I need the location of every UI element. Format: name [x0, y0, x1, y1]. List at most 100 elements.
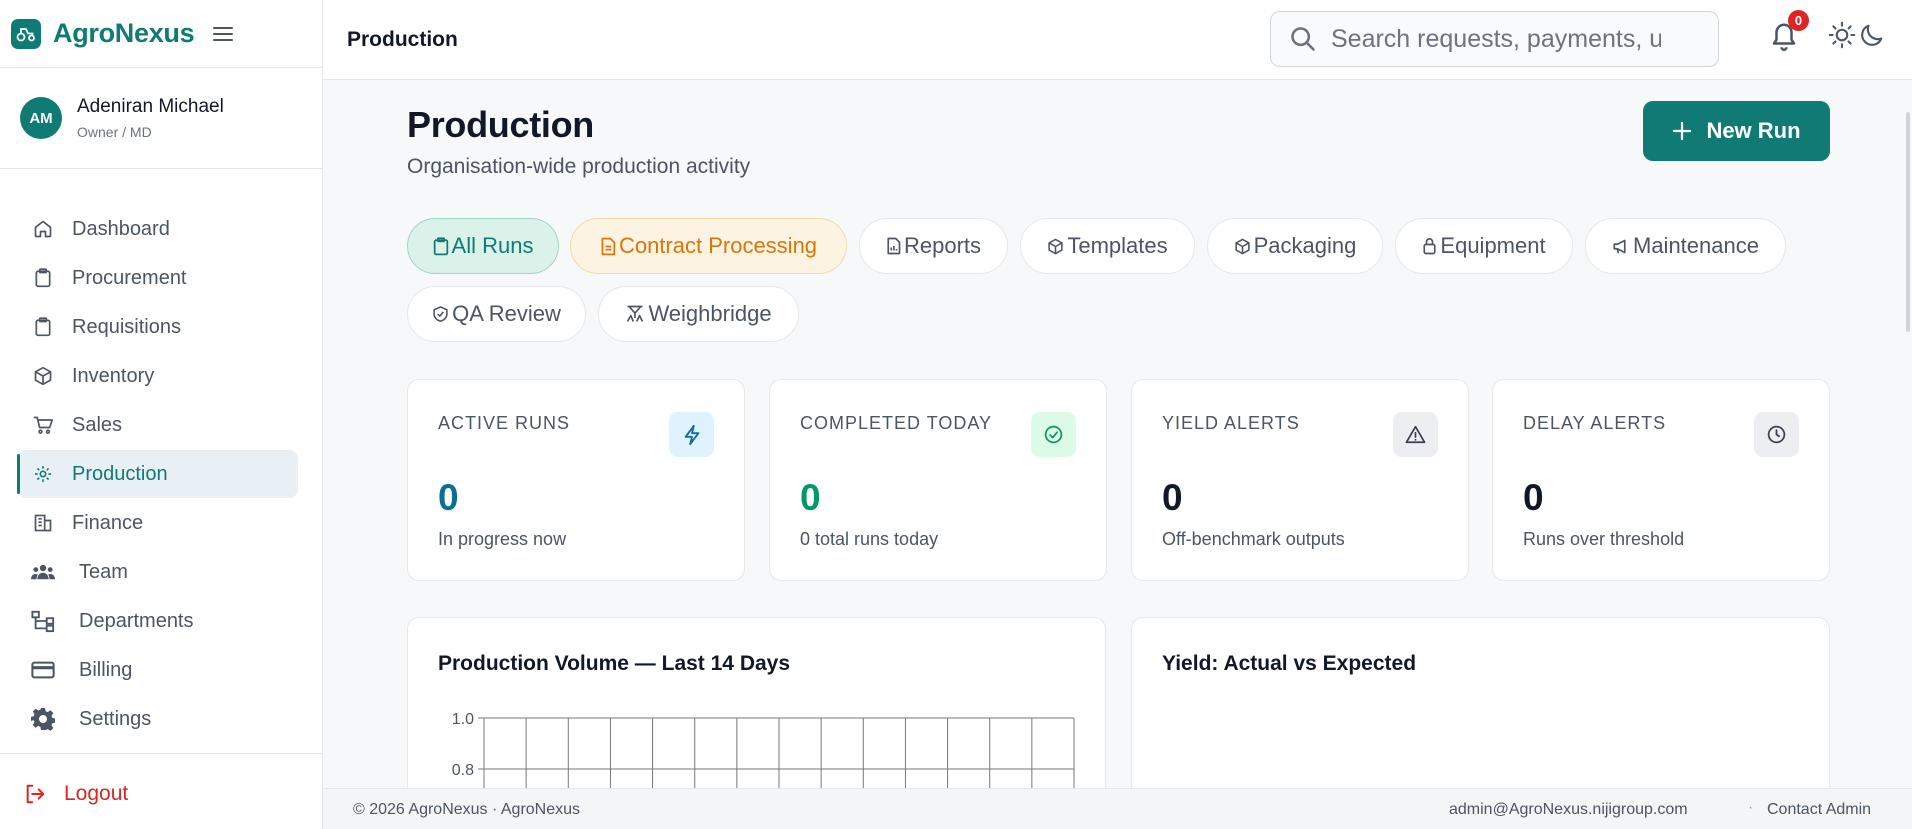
production-volume-chart: 1.0 0.8: [452, 711, 1075, 796]
sidebar-item-label: Finance: [72, 511, 144, 534]
sidebar-item-sales[interactable]: Sales: [17, 401, 298, 449]
tab-label: Maintenance: [1633, 233, 1759, 258]
tab-contract-processing[interactable]: Contract Processing: [570, 218, 847, 274]
lock-icon: [1422, 237, 1437, 255]
stat-card-yield-alerts: YIELD ALERTS 0 Off-benchmark outputs: [1131, 379, 1469, 581]
tab-label: Templates: [1067, 233, 1168, 258]
clipboard-icon: [31, 315, 55, 339]
report-icon: [886, 237, 901, 255]
tab-reports[interactable]: Reports: [859, 218, 1008, 274]
new-run-label: New Run: [1706, 118, 1801, 143]
sidebar-item-billing[interactable]: Billing: [17, 646, 298, 694]
stat-subtext: 0 total runs today: [800, 529, 939, 549]
check-circle-icon: [1031, 412, 1076, 457]
megaphone-icon: [1612, 238, 1630, 255]
footer: © 2026 AgroNexus · AgroNexus admin@AgroN…: [323, 788, 1912, 829]
sidebar-item-settings[interactable]: Settings: [17, 695, 298, 743]
chart-y-tick-label: 1.0: [452, 711, 474, 728]
stat-value: 0: [1162, 477, 1183, 518]
sidebar-item-label: Procurement: [72, 266, 187, 289]
page-scrollbar[interactable]: [1906, 112, 1910, 332]
tab-packaging[interactable]: Packaging: [1207, 218, 1383, 274]
box-icon: [1047, 238, 1064, 255]
chart-y-tick-label: 0.8: [452, 762, 474, 779]
box-icon: [1234, 238, 1251, 255]
tab-label: Contract Processing: [618, 233, 818, 258]
tab-label: QA Review: [452, 301, 561, 326]
clipboard-icon: [31, 266, 55, 290]
tab-weighbridge[interactable]: Weighbridge: [598, 286, 799, 342]
lightning-icon: [669, 412, 714, 457]
sun-icon: [1828, 21, 1856, 49]
new-run-button[interactable]: New Run: [1643, 101, 1830, 161]
sidebar-item-procurement[interactable]: Procurement: [17, 254, 298, 302]
stat-value: 0: [800, 477, 821, 518]
notification-count-badge: 0: [1788, 10, 1809, 31]
tab-qa-review[interactable]: QA Review: [407, 286, 586, 342]
panel-title: Yield: Actual vs Expected: [1162, 652, 1417, 675]
sidebar-item-label: Production: [72, 462, 168, 485]
stat-subtext: Off-benchmark outputs: [1162, 529, 1345, 549]
footer-copyright: © 2026 AgroNexus · AgroNexus: [353, 801, 581, 818]
page-subtitle: Organisation-wide production activity: [407, 155, 751, 178]
sidebar-item-label: Inventory: [72, 364, 155, 387]
logout-section: Logout: [0, 753, 322, 829]
plus-icon: [1672, 121, 1692, 141]
logout-label: Logout: [64, 782, 129, 805]
moon-icon: [1858, 21, 1886, 49]
sidebar-item-label: Requisitions: [72, 315, 181, 338]
clock-icon: [1754, 412, 1799, 457]
tab-all-runs[interactable]: All Runs: [407, 218, 559, 274]
stat-subtext: Runs over threshold: [1523, 529, 1685, 549]
stat-label: ACTIVE RUNS: [438, 413, 571, 433]
footer-email: admin@AgroNexus.nijigroup.com: [1449, 801, 1688, 818]
sidebar-item-dashboard[interactable]: Dashboard: [17, 205, 298, 253]
search-box[interactable]: [1270, 11, 1719, 67]
logout-icon: [24, 783, 46, 805]
home-icon: [31, 217, 55, 241]
tractor-logo-icon: [11, 18, 41, 49]
sidebar-item-departments[interactable]: Departments: [17, 597, 298, 645]
shield-check-icon: [432, 305, 449, 323]
sidebar-item-inventory[interactable]: Inventory: [17, 352, 298, 400]
search-input[interactable]: [1331, 24, 1661, 54]
tab-label: Weighbridge: [648, 301, 772, 326]
team-icon: [31, 560, 55, 584]
document-icon: [600, 237, 616, 256]
tab-templates[interactable]: Templates: [1020, 218, 1195, 274]
clipboard-icon: [433, 236, 449, 256]
tab-label: Equipment: [1440, 233, 1546, 258]
stat-subtext: In progress now: [438, 529, 567, 549]
stat-card-delay-alerts: DELAY ALERTS 0 Runs over threshold: [1492, 379, 1830, 581]
sidebar-item-production[interactable]: Production: [17, 450, 298, 498]
theme-toggle[interactable]: [1828, 21, 1886, 49]
menu-toggle-icon[interactable]: [206, 17, 240, 51]
production-volume-panel: Production Volume — Last 14 Days 1.0 0.8: [407, 617, 1106, 797]
stat-card-completed-today: COMPLETED TODAY 0 0 total runs today: [769, 379, 1107, 581]
sidebar-nav: Dashboard Procurement Requisitions Inven…: [17, 205, 298, 744]
credit-card-icon: [31, 658, 55, 682]
sidebar-item-team[interactable]: Team: [17, 548, 298, 596]
sidebar-item-label: Billing: [79, 658, 133, 681]
sidebar-item-label: Settings: [79, 707, 152, 730]
footer-separator: ·: [1748, 799, 1754, 816]
tab-maintenance[interactable]: Maintenance: [1585, 218, 1786, 274]
logout-button[interactable]: Logout: [24, 782, 128, 806]
search-icon: [1289, 25, 1317, 53]
page-title: Production: [407, 104, 594, 145]
stat-value: 0: [1523, 477, 1544, 518]
contact-admin-link[interactable]: Contact Admin: [1767, 801, 1871, 819]
stat-label: YIELD ALERTS: [1162, 413, 1300, 433]
sidebar-item-requisitions[interactable]: Requisitions: [17, 303, 298, 351]
sidebar-item-label: Departments: [79, 609, 194, 632]
cart-icon: [31, 413, 55, 437]
tab-equipment[interactable]: Equipment: [1395, 218, 1573, 274]
brand-bar: AgroNexus: [0, 0, 322, 68]
warning-icon: [1393, 412, 1438, 457]
sidebar-item-finance[interactable]: Finance: [17, 499, 298, 547]
brand-name: AgroNexus: [53, 18, 195, 48]
box-icon: [31, 364, 55, 388]
building-icon: [31, 511, 55, 535]
stat-label: DELAY ALERTS: [1523, 413, 1667, 433]
user-profile[interactable]: AM Adeniran Michael Owner / MD: [0, 68, 322, 169]
